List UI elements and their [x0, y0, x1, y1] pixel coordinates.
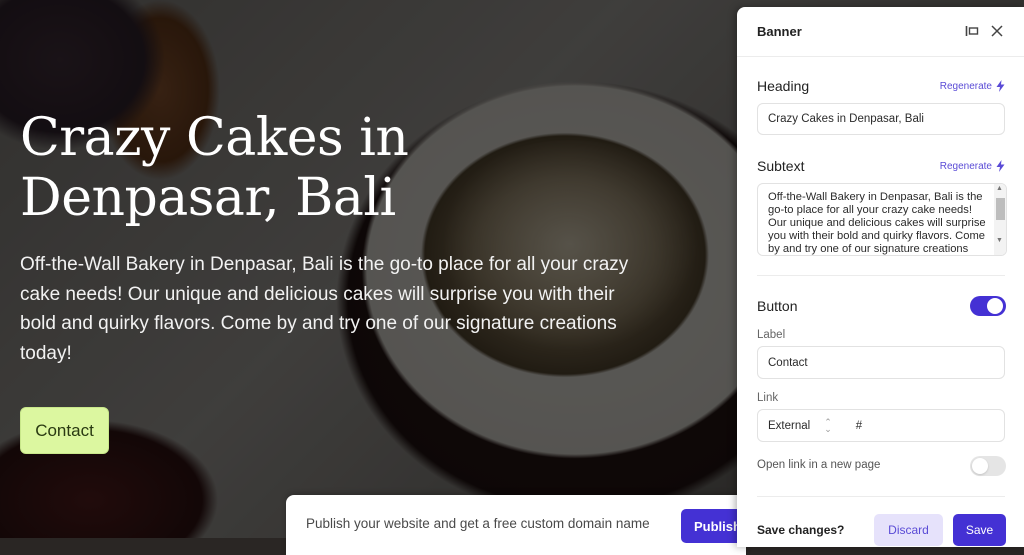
- hero-title: Crazy Cakes in Denpasar, Bali: [20, 108, 409, 228]
- discard-button[interactable]: Discard: [874, 514, 943, 546]
- link-url-input[interactable]: #: [856, 420, 862, 432]
- subtext-label-row: Subtext Regenerate: [757, 158, 1005, 174]
- button-enabled-toggle[interactable]: [970, 296, 1006, 316]
- save-changes-prompt: Save changes?: [757, 523, 845, 537]
- toggle-knob: [972, 458, 988, 474]
- subtext-textarea[interactable]: Off-the-Wall Bakery in Denpasar, Bali is…: [757, 183, 1007, 256]
- heading-regenerate-button[interactable]: Regenerate: [940, 80, 1005, 92]
- heading-label-row: Heading Regenerate: [757, 78, 1005, 94]
- select-chevrons-icon[interactable]: ⌃ ⌄: [824, 417, 832, 433]
- link-field-label: Link: [757, 392, 779, 404]
- subtext-regenerate-button[interactable]: Regenerate: [940, 160, 1005, 172]
- regenerate-label: Regenerate: [939, 160, 992, 172]
- lightning-icon: [996, 160, 1005, 172]
- divider: [757, 496, 1005, 497]
- hero-contact-button[interactable]: Contact: [20, 407, 109, 454]
- textarea-scrollbar[interactable]: ▲ ▼: [994, 184, 1006, 255]
- banner-settings-panel: Banner Heading Regenerate Crazy Cakes in…: [737, 7, 1024, 547]
- label-field-label: Label: [757, 329, 786, 341]
- scroll-down-icon[interactable]: ▼: [996, 237, 1003, 244]
- panel-title: Banner: [757, 24, 802, 39]
- link-field: External ⌃ ⌄ #: [757, 409, 1005, 442]
- subtext-value: Off-the-Wall Bakery in Denpasar, Bali is…: [768, 191, 986, 255]
- scrollbar-thumb[interactable]: [996, 198, 1005, 220]
- hero-content: Crazy Cakes in Denpasar, Bali Off-the-Wa…: [20, 108, 660, 368]
- panel-header: Banner: [737, 7, 1024, 57]
- hero-subtext: Off-the-Wall Bakery in Denpasar, Bali is…: [20, 254, 629, 364]
- dock-panel-icon[interactable]: [965, 24, 979, 38]
- scroll-up-icon[interactable]: ▲: [996, 185, 1003, 192]
- lightning-icon: [996, 80, 1005, 92]
- regenerate-label: Regenerate: [939, 80, 992, 92]
- save-button[interactable]: Save: [953, 514, 1006, 546]
- divider: [757, 275, 1005, 276]
- button-label-input[interactable]: Contact: [757, 346, 1005, 379]
- toggle-knob: [987, 298, 1003, 314]
- heading-input[interactable]: Crazy Cakes in Denpasar, Bali: [757, 103, 1005, 135]
- subtext-label: Subtext: [757, 158, 805, 174]
- new-page-label: Open link in a new page: [757, 459, 881, 471]
- publish-bar: Publish your website and get a free cust…: [286, 495, 751, 555]
- new-page-toggle[interactable]: [970, 456, 1006, 476]
- button-section-label: Button: [757, 298, 798, 314]
- close-icon[interactable]: [990, 24, 1004, 38]
- heading-label: Heading: [757, 78, 810, 94]
- publish-promo-text: Publish your website and get a free cust…: [306, 516, 650, 531]
- link-type-select[interactable]: External: [768, 420, 810, 432]
